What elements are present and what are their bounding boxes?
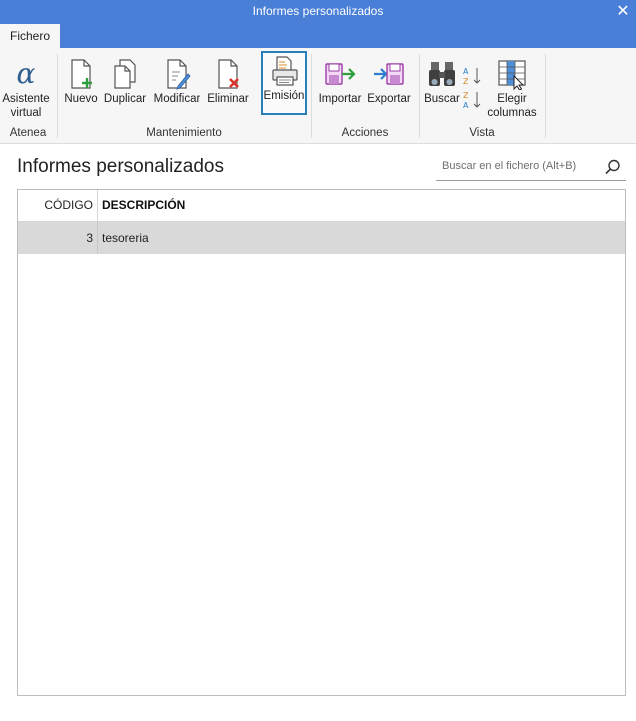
duplicar-button[interactable]: Duplicar: [102, 54, 148, 124]
edit-document-icon: [167, 59, 191, 90]
column-header-codigo[interactable]: CÓDIGO: [18, 190, 98, 222]
asistente-label: Asistente virtual: [2, 93, 50, 119]
import-icon: [325, 63, 356, 85]
new-document-icon: [71, 59, 92, 89]
group-separator: [311, 54, 312, 138]
alpha-assistant-icon: α: [17, 58, 36, 90]
page-title: Informes personalizados: [17, 156, 224, 177]
asistente-virtual-button[interactable]: α Asistente virtual: [0, 54, 52, 124]
search-input[interactable]: Buscar en el fichero (Alt+B): [436, 154, 626, 181]
group-label-atenea: Atenea: [9, 127, 47, 139]
close-icon[interactable]: ✕: [613, 0, 633, 24]
emision-button[interactable]: Emisión: [261, 51, 307, 115]
sort-icons: A Z Z A: [462, 65, 484, 113]
tab-fichero[interactable]: Fichero: [0, 24, 60, 48]
group-separator: [419, 54, 420, 138]
sort-az-icon[interactable]: A Z: [462, 65, 484, 87]
group-separator: [545, 54, 546, 138]
delete-document-icon: [218, 59, 239, 89]
sort-za-icon[interactable]: Z A: [462, 89, 484, 111]
search-placeholder: Buscar en el fichero (Alt+B): [442, 160, 577, 172]
svg-text:Z: Z: [463, 91, 469, 100]
group-label-mantenimiento: Mantenimiento: [146, 127, 222, 139]
svg-text:α: α: [17, 58, 36, 90]
exportar-label: Exportar: [367, 93, 411, 105]
group-separator: [57, 54, 58, 138]
buscar-button[interactable]: Buscar: [423, 54, 461, 124]
column-header-descripcion[interactable]: DESCRIPCIÓN: [102, 190, 185, 222]
nuevo-label: Nuevo: [64, 93, 98, 105]
export-icon: [374, 63, 404, 85]
svg-text:A: A: [463, 101, 469, 110]
grid-header: CÓDIGO DESCRIPCIÓN: [18, 190, 625, 222]
duplicar-label: Duplicar: [103, 93, 147, 105]
eliminar-label: Eliminar: [207, 93, 249, 105]
svg-text:A: A: [463, 67, 469, 76]
emision-label: Emisión: [263, 90, 305, 102]
svg-text:Z: Z: [463, 77, 469, 86]
table-row[interactable]: 3 tesoreria: [18, 222, 625, 254]
search-icon[interactable]: [604, 158, 622, 176]
importar-button[interactable]: Importar: [316, 54, 364, 124]
eliminar-button[interactable]: Eliminar: [206, 54, 250, 124]
modificar-label: Modificar: [153, 93, 201, 105]
group-label-vista: Vista: [469, 127, 495, 139]
group-label-acciones: Acciones: [341, 127, 389, 139]
elegir-columnas-button[interactable]: Elegir columnas: [485, 54, 539, 124]
cell-descripcion: tesoreria: [102, 231, 149, 245]
print-icon: [272, 56, 298, 86]
ribbon-tabstrip: Fichero: [0, 24, 636, 48]
binoculars-icon: [429, 62, 455, 86]
title-bar: Informes personalizados ✕: [0, 0, 636, 24]
exportar-button[interactable]: Exportar: [366, 54, 412, 124]
window-title: Informes personalizados: [252, 4, 384, 18]
cell-codigo: 3: [18, 222, 98, 254]
importar-label: Importar: [318, 93, 362, 105]
buscar-label: Buscar: [424, 93, 460, 105]
choose-columns-icon: [498, 60, 526, 90]
modificar-button[interactable]: Modificar: [151, 54, 203, 124]
ribbon: α Asistente virtual Atenea Nuevo Duplica…: [0, 48, 636, 144]
elegir-columnas-label: Elegir columnas: [487, 93, 537, 119]
data-grid: CÓDIGO DESCRIPCIÓN 3 tesoreria: [17, 189, 626, 696]
nuevo-button[interactable]: Nuevo: [62, 54, 100, 124]
duplicate-icon: [114, 59, 136, 89]
